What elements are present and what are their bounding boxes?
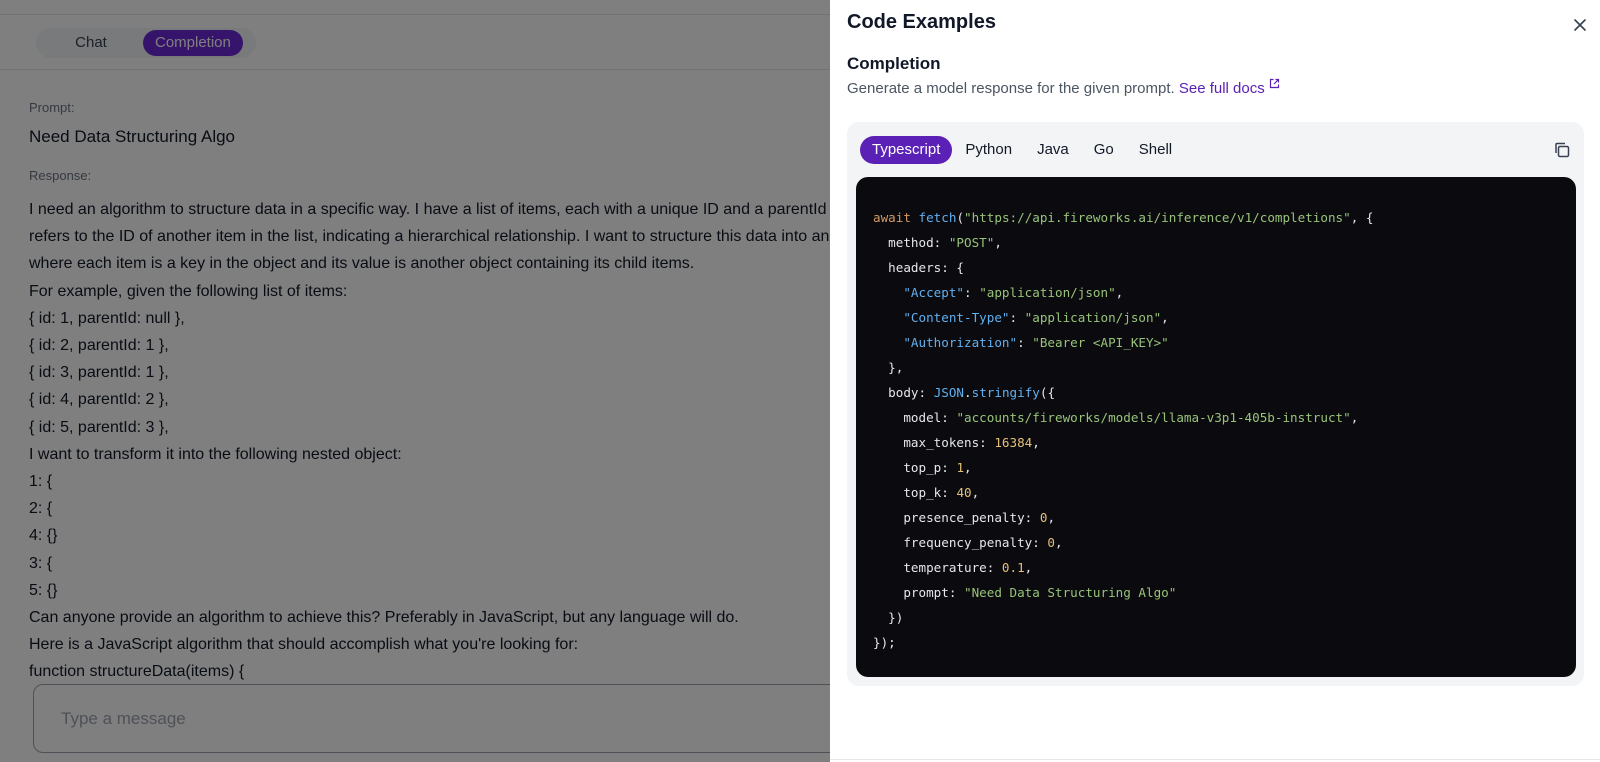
see-full-docs-link[interactable]: See full docs bbox=[1178, 78, 1280, 97]
code-line: "Authorization": "Bearer <API_KEY>" bbox=[903, 335, 1169, 350]
language-tabs: Typescript Python Java Go Shell bbox=[860, 136, 1185, 164]
code-line: max_tokens: 16384, bbox=[903, 435, 1040, 450]
docs-link-label: See full docs bbox=[1178, 80, 1265, 97]
section-description: Generate a model response for the given … bbox=[847, 78, 1280, 97]
close-button[interactable] bbox=[1571, 16, 1589, 34]
copy-button[interactable] bbox=[1553, 141, 1571, 159]
close-icon bbox=[1574, 19, 1586, 31]
tab-typescript[interactable]: Typescript bbox=[860, 136, 953, 164]
tab-shell[interactable]: Shell bbox=[1127, 136, 1184, 164]
code-line: }, bbox=[888, 360, 904, 375]
section-title: Completion bbox=[847, 54, 941, 73]
code-line: model: "accounts/fireworks/models/llama-… bbox=[903, 410, 1359, 425]
code-line: presence_penalty: 0, bbox=[903, 510, 1056, 525]
external-link-icon bbox=[1269, 78, 1279, 89]
code-examples-drawer: Code Examples Completion Generate a mode… bbox=[830, 0, 1600, 760]
description-text: Generate a model response for the given … bbox=[847, 80, 1175, 97]
code-line: }) bbox=[888, 610, 904, 625]
code-block: await fetch("https://api.fireworks.ai/in… bbox=[856, 177, 1576, 677]
drawer-title: Code Examples bbox=[847, 11, 996, 33]
code-line: prompt: "Need Data Structuring Algo" bbox=[903, 585, 1177, 600]
code-line: "Content-Type": "application/json", bbox=[903, 310, 1169, 325]
code-line: top_p: 1, bbox=[903, 460, 972, 475]
tab-python[interactable]: Python bbox=[953, 136, 1024, 164]
code-line: "Accept": "application/json", bbox=[903, 285, 1124, 300]
code-line: frequency_penalty: 0, bbox=[903, 535, 1063, 550]
code-line: body: JSON.stringify({ bbox=[888, 385, 1056, 400]
code-card: Typescript Python Java Go Shell await fe… bbox=[847, 122, 1584, 686]
code-line: headers: { bbox=[888, 260, 964, 275]
code-line: temperature: 0.1, bbox=[903, 560, 1033, 575]
code-line: method: "POST", bbox=[888, 235, 1002, 250]
code-line: await fetch("https://api.fireworks.ai/in… bbox=[873, 210, 1374, 225]
modal-backdrop[interactable] bbox=[0, 0, 830, 762]
code-line: }); bbox=[873, 635, 896, 650]
tab-go[interactable]: Go bbox=[1082, 136, 1126, 164]
code-line: top_k: 40, bbox=[903, 485, 980, 500]
tab-java[interactable]: Java bbox=[1025, 136, 1081, 164]
copy-icon bbox=[1555, 142, 1570, 158]
